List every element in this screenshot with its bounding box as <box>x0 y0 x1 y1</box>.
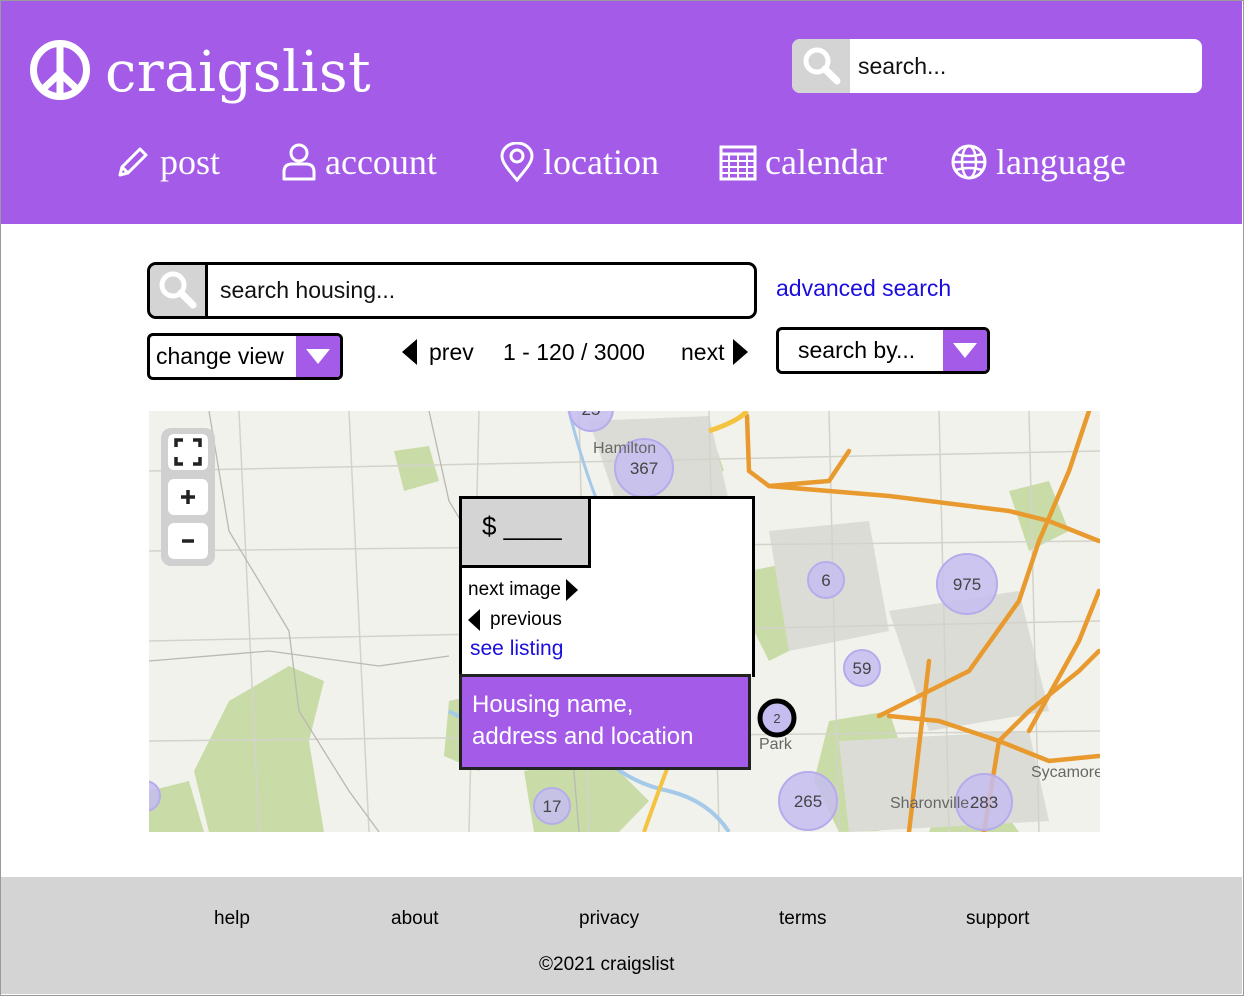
listing-popup: $ ____ next image previous see listing <box>459 496 755 677</box>
listing-title[interactable]: Housing name, address and location <box>459 674 751 770</box>
arrow-left-icon <box>468 609 480 631</box>
cluster-label: 6 <box>821 571 830 590</box>
next-button[interactable]: next <box>681 337 749 367</box>
footer-terms-link[interactable]: terms <box>779 908 827 930</box>
place-label: Sycamore <box>1031 764 1100 781</box>
page-range: 1 - 120 / 3000 <box>503 338 645 365</box>
previous-image-button[interactable]: previous <box>468 609 562 631</box>
listing-name-line: Housing name, <box>472 691 634 718</box>
nav-calendar[interactable]: calendar <box>719 139 887 185</box>
cluster-label: 283 <box>970 793 998 812</box>
place-label: Hamilton <box>593 440 656 457</box>
search-by-label: search by... <box>798 337 916 363</box>
housing-search <box>147 262 757 319</box>
zoom-in-button[interactable] <box>168 479 208 515</box>
footer-privacy-link[interactable]: privacy <box>579 908 639 930</box>
price-box: $ ____ <box>462 499 591 568</box>
nav-language-label: language <box>996 142 1126 182</box>
globe-icon <box>951 144 987 180</box>
next-label: next <box>681 338 725 365</box>
logo-text: craigslist <box>105 39 372 105</box>
nav-account[interactable]: account <box>281 139 437 185</box>
pencil-icon <box>118 147 148 177</box>
search-icon <box>803 47 841 85</box>
change-view-select[interactable]: change view <box>147 333 343 380</box>
advanced-search-link[interactable]: advanced search <box>776 275 951 302</box>
cluster-label: 2 <box>773 711 780 726</box>
dropdown-arrow <box>943 330 987 371</box>
nav-language[interactable]: language <box>950 139 1126 185</box>
cluster-label: 25 <box>582 411 601 419</box>
previous-label: previous <box>490 609 562 630</box>
cluster-label: 17 <box>543 797 562 816</box>
top-search-button[interactable] <box>792 39 850 93</box>
prev-label: prev <box>429 338 474 365</box>
nav-post-label: post <box>160 142 221 182</box>
place-label: Sharonville <box>890 795 969 812</box>
arrow-right-icon <box>733 339 749 365</box>
change-view-label: change view <box>156 343 284 369</box>
arrow-left-icon <box>402 339 417 365</box>
cluster-label: 59 <box>853 659 872 678</box>
listing-address-line: address and location <box>472 723 694 750</box>
cluster-label: 265 <box>794 792 822 811</box>
see-listing-link[interactable]: see listing <box>470 637 563 661</box>
top-search-input[interactable] <box>858 39 1188 93</box>
fullscreen-button[interactable] <box>168 434 208 470</box>
chevron-down-icon <box>306 349 330 364</box>
nav-post[interactable]: post <box>114 139 220 185</box>
cluster-label: 975 <box>953 575 981 594</box>
arrow-right-icon <box>565 579 578 601</box>
next-image-label: next image <box>468 579 561 600</box>
map-pin-icon <box>500 142 534 182</box>
dropdown-arrow <box>296 336 340 377</box>
user-icon <box>282 143 316 181</box>
footer-help-link[interactable]: help <box>214 908 250 930</box>
zoom-in-icon <box>181 490 195 504</box>
cluster-label: 367 <box>630 459 658 478</box>
peace-icon <box>29 39 91 106</box>
state-route <box>708 411 749 434</box>
prev-button[interactable]: prev <box>402 337 474 367</box>
logo[interactable]: craigslist <box>29 39 371 106</box>
housing-search-input[interactable] <box>220 265 740 316</box>
housing-search-button[interactable] <box>150 265 208 316</box>
next-image-button[interactable]: next image <box>468 579 578 601</box>
chevron-down-icon <box>953 343 977 358</box>
header: craigslist post account location calenda… <box>1 1 1242 224</box>
nav-account-label: account <box>325 142 437 182</box>
search-icon <box>159 271 197 309</box>
zoom-out-button[interactable] <box>168 523 208 559</box>
nav-location[interactable]: location <box>499 139 659 185</box>
price-label: $ ____ <box>482 511 562 541</box>
search-by-select[interactable]: search by... <box>776 327 990 374</box>
nav-location-label: location <box>543 142 659 182</box>
zoom-out-icon <box>182 539 194 543</box>
calendar-icon <box>719 145 757 181</box>
nav-calendar-label: calendar <box>765 142 887 182</box>
top-search <box>792 39 1202 93</box>
copyright: ©2021 craigslist <box>539 954 675 975</box>
footer-support-link[interactable]: support <box>966 908 1029 930</box>
fullscreen-icon <box>174 438 202 466</box>
footer <box>1 877 1242 994</box>
place-label: Park <box>759 736 793 753</box>
footer-about-link[interactable]: about <box>391 908 439 930</box>
